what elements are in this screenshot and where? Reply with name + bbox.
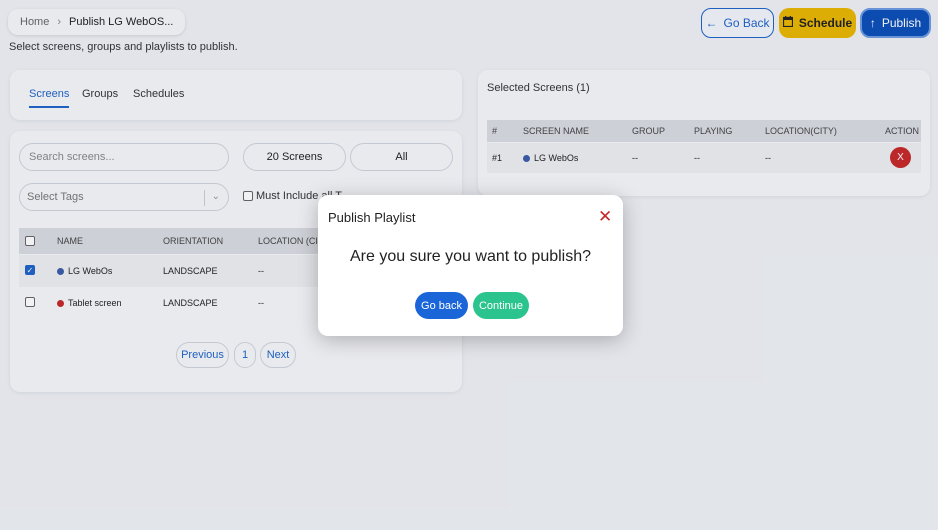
publish-page: Home › Publish LG WebOS... Select screen… [0, 0, 938, 530]
publish-confirm-dialog: Publish Playlist ✕ Are you sure you want… [318, 195, 623, 336]
dialog-title: Publish Playlist [328, 210, 416, 225]
dialog-question: Are you sure you want to publish? [349, 248, 592, 265]
dialog-continue-button[interactable]: Continue [473, 292, 529, 319]
dialog-go-back-button[interactable]: Go back [415, 292, 468, 319]
close-icon[interactable]: ✕ [598, 207, 612, 227]
